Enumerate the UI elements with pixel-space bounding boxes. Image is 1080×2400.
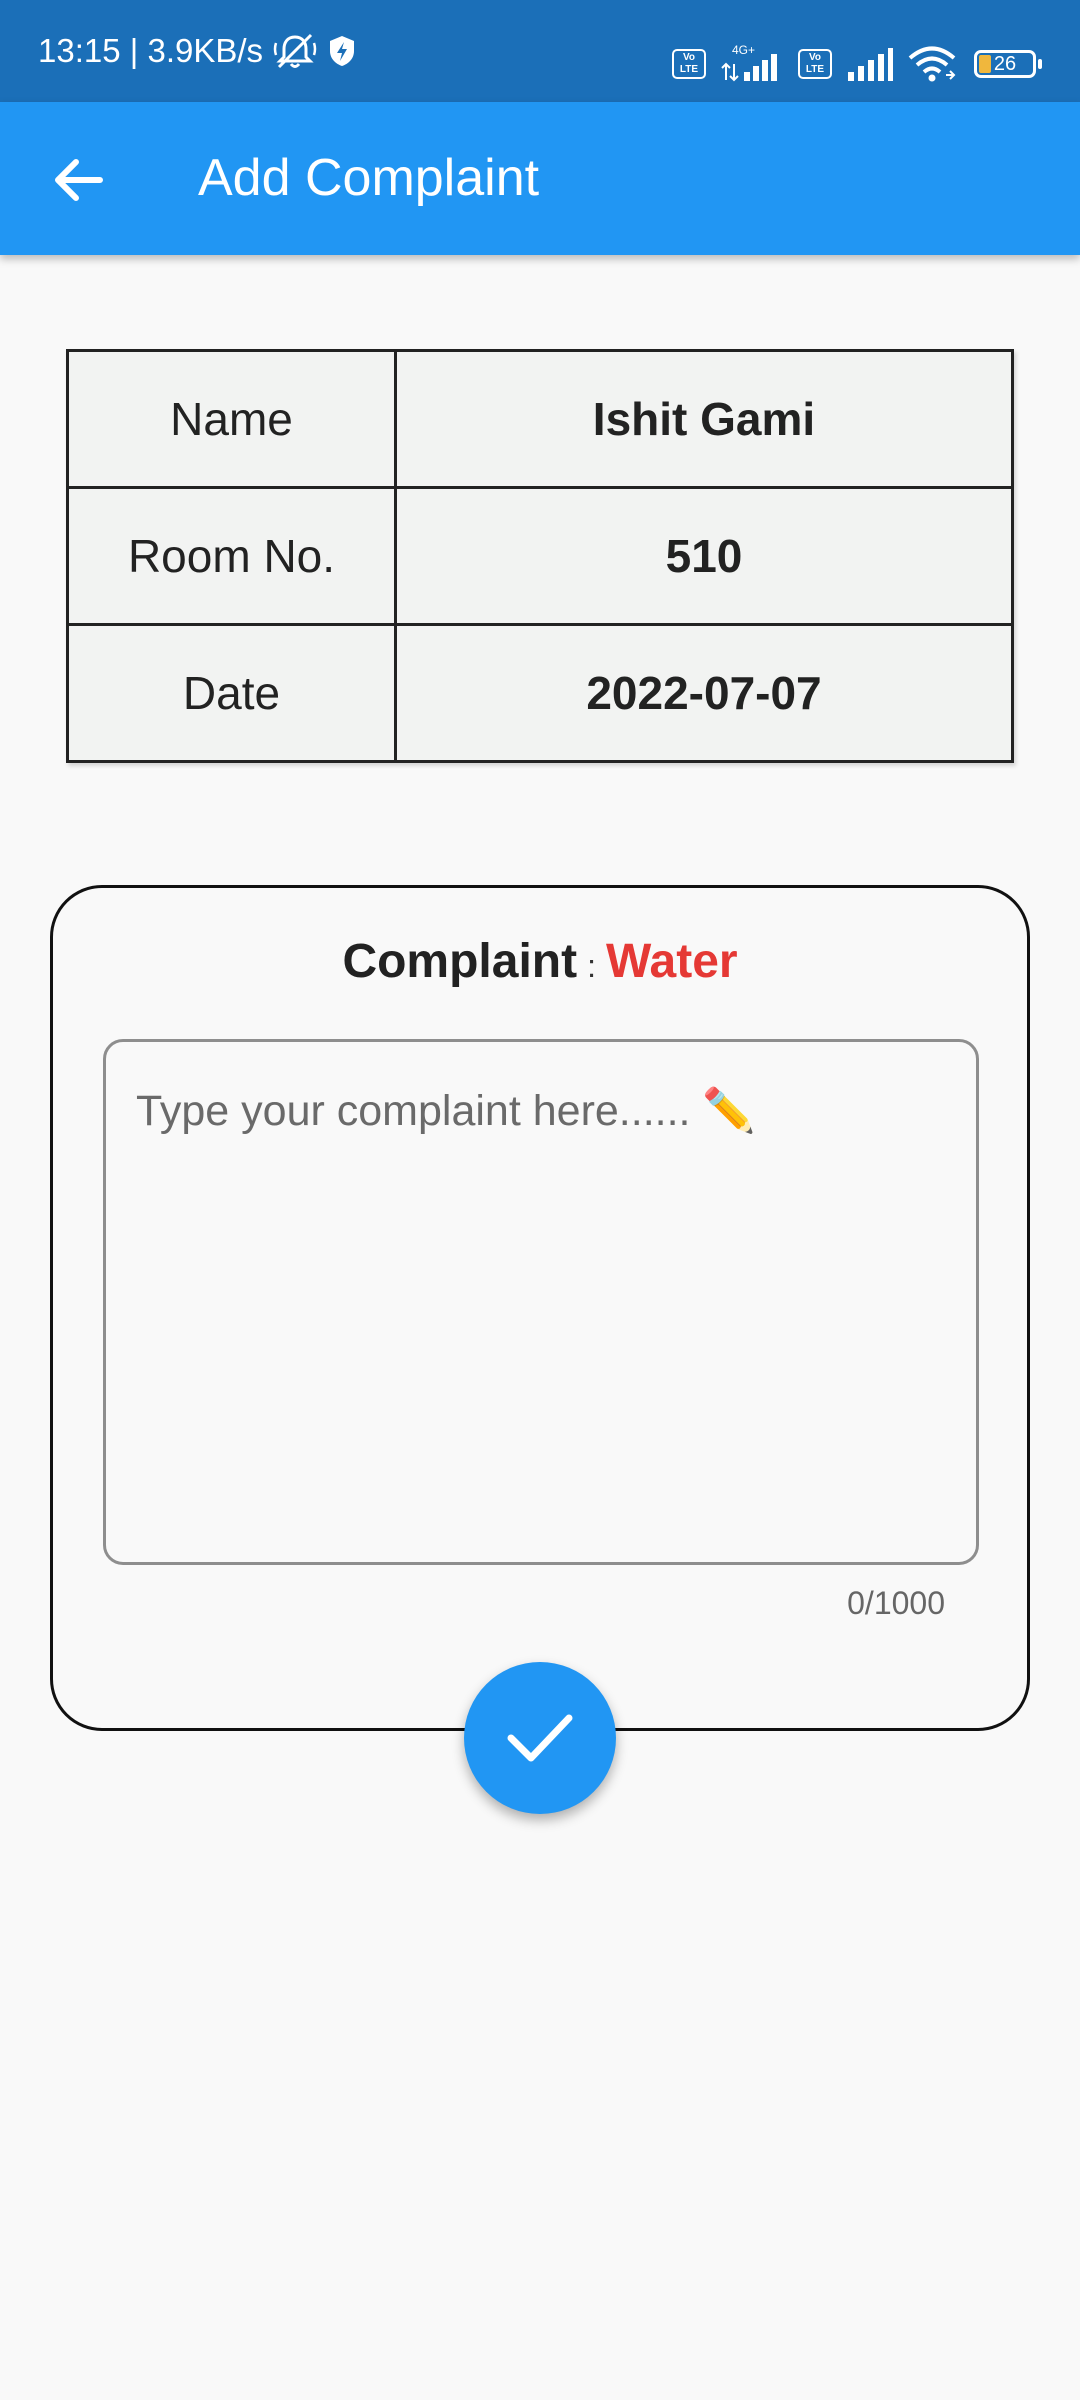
- check-icon: [507, 1714, 573, 1762]
- date-label: Date: [66, 623, 397, 763]
- table-row: Room No. 510: [66, 486, 1014, 626]
- table-row: Name Ishit Gami: [66, 349, 1014, 489]
- back-button[interactable]: [50, 152, 106, 208]
- mute-icon: [273, 31, 317, 71]
- wifi-icon: [908, 45, 960, 83]
- status-right: Vo LTE 4G+ Vo LTE 26: [672, 44, 1042, 84]
- room-label: Room No.: [66, 486, 397, 626]
- table-row: Date 2022-07-07: [66, 623, 1014, 763]
- complaint-input[interactable]: [103, 1039, 979, 1565]
- complaint-label: Complaint: [342, 935, 578, 988]
- submit-button[interactable]: [464, 1662, 616, 1814]
- complaint-separator: :: [587, 948, 596, 984]
- volte-icon-2: Vo LTE: [798, 49, 832, 79]
- shield-bolt-icon: [327, 34, 357, 68]
- complaint-card: Complaint:Water 0/1000: [50, 885, 1030, 1731]
- battery-icon: 26: [974, 50, 1042, 78]
- complaint-heading: Complaint: Water: [53, 934, 1027, 989]
- svg-text:4G+: 4G+: [732, 44, 755, 57]
- signal-icon: [846, 46, 894, 82]
- signal-4g-icon: 4G+: [720, 44, 784, 84]
- name-value: Ishit Gami: [394, 349, 1014, 489]
- complaint-type: Water: [605, 935, 738, 988]
- room-value: 510: [394, 486, 1014, 626]
- date-value: 2022-07-07: [394, 623, 1014, 763]
- volte-icon: Vo LTE: [672, 49, 706, 79]
- battery-level: 26: [993, 53, 1017, 75]
- status-time-speed: 13:15 | 3.9KB/s: [38, 32, 264, 69]
- page-title: Add Complaint: [198, 149, 540, 207]
- app-bar: Add Complaint: [0, 102, 1080, 255]
- name-label: Name: [66, 349, 397, 489]
- character-counter: 0/1000: [847, 1585, 945, 1621]
- status-bar: 13:15 | 3.9KB/s Vo LTE 4G+ Vo LTE 26: [0, 0, 1080, 102]
- status-left: 13:15 | 3.9KB/s: [38, 0, 357, 115]
- arrow-left-icon: [55, 159, 103, 201]
- student-info-table: Name Ishit Gami Room No. 510 Date 2022-0…: [66, 349, 1014, 763]
